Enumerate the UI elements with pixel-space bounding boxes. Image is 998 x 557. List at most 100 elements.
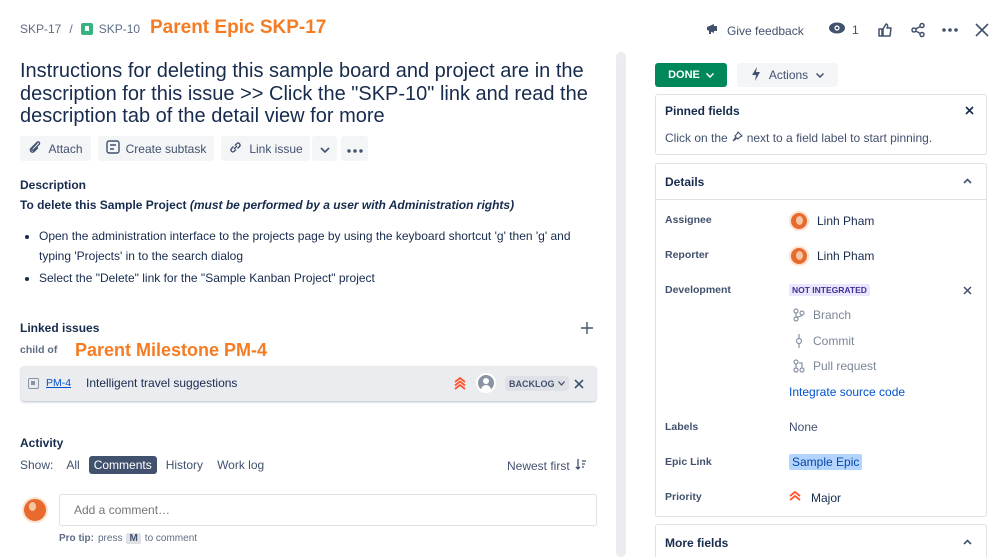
- priority-label: Priority: [665, 491, 702, 503]
- create-subtask-button[interactable]: Create subtask: [98, 136, 214, 161]
- dev-branch[interactable]: Branch: [793, 308, 851, 322]
- integrate-source-link[interactable]: Integrate source code: [789, 385, 905, 399]
- link-relation-label: child of: [20, 344, 58, 356]
- tab-all[interactable]: All: [61, 456, 84, 474]
- assignee-value[interactable]: Linh Pham: [789, 211, 874, 231]
- watch-button[interactable]: 1: [828, 21, 859, 38]
- description-bullets[interactable]: Open the administration interface to the…: [25, 227, 610, 289]
- details-header[interactable]: [656, 164, 986, 200]
- dev-commit-label: Commit: [813, 334, 855, 348]
- issue-title-line: description for this issue >> Click the …: [20, 82, 588, 105]
- breadcrumb-project[interactable]: SKP-17: [20, 22, 61, 36]
- epic-lozenge: Sample Epic: [789, 454, 863, 470]
- list-item: Open the administration interface to the…: [25, 227, 610, 247]
- tab-work-log[interactable]: Work log: [212, 456, 269, 474]
- breadcrumb-parent[interactable]: SKP-10: [99, 22, 140, 36]
- link-issue-dropdown[interactable]: [312, 136, 337, 161]
- link-issue-button[interactable]: Link issue: [221, 136, 310, 161]
- comment-input[interactable]: [59, 494, 597, 526]
- dev-pull-request[interactable]: Pull request: [793, 359, 876, 373]
- parent-milestone-annotation: Parent Milestone PM-4: [75, 340, 268, 360]
- close-icon[interactable]: [961, 284, 973, 296]
- reporter-value[interactable]: Linh Pham: [789, 246, 874, 266]
- more-icon: [346, 142, 363, 156]
- create-subtask-label: Create subtask: [125, 141, 207, 156]
- sort-label: Newest first: [507, 458, 570, 473]
- pinned-hint-post: next to a field label to start pinning.: [746, 131, 933, 145]
- milestone-icon: [28, 378, 39, 389]
- labels-value[interactable]: None: [789, 420, 818, 434]
- actions-button[interactable]: Actions: [737, 63, 838, 87]
- share-icon[interactable]: [909, 21, 927, 39]
- add-link-icon[interactable]: [579, 320, 595, 336]
- megaphone-icon: [705, 21, 721, 40]
- tab-history[interactable]: History: [161, 456, 208, 474]
- epic-link-label: Epic Link: [665, 456, 712, 468]
- description-intro-bold: To delete this Sample Project: [20, 198, 187, 212]
- link-issue-label: Link issue: [249, 141, 303, 156]
- list-item: typing 'Projects' in to the search dialo…: [39, 248, 244, 263]
- more-icon[interactable]: [941, 21, 959, 39]
- pull-request-icon: [793, 359, 805, 373]
- chevron-down-icon: [319, 142, 330, 156]
- status-button[interactable]: DONE: [655, 63, 727, 87]
- description-intro[interactable]: To delete this Sample Project (must be p…: [20, 198, 514, 212]
- link-icon: [228, 140, 243, 158]
- dev-commit[interactable]: Commit: [793, 334, 854, 348]
- story-icon: [80, 23, 93, 35]
- priority-value[interactable]: Major: [789, 490, 841, 505]
- linked-issue-summary[interactable]: Intelligent travel suggestions: [86, 376, 237, 390]
- sort-icon: [575, 458, 587, 473]
- chevron-down-icon: [816, 72, 825, 78]
- sort-button[interactable]: Newest first: [507, 458, 587, 473]
- issue-title-line: Instructions for deleting this sample bo…: [20, 60, 584, 82]
- pro-tip-bold: Pro tip:: [59, 533, 94, 544]
- eye-icon: [828, 21, 846, 38]
- tab-comments[interactable]: Comments: [88, 456, 157, 474]
- status-dropdown[interactable]: BACKLOG: [505, 376, 569, 391]
- actions-label: Actions: [768, 68, 809, 82]
- toolbar-more-button[interactable]: [341, 136, 368, 161]
- assignee-name: Linh Pham: [817, 214, 875, 228]
- chevron-up-icon[interactable]: [961, 537, 973, 547]
- avatar: [789, 246, 809, 266]
- attach-button[interactable]: Attach: [20, 136, 91, 161]
- more-fields-title: More fields: [665, 536, 729, 550]
- chevron-down-icon: [705, 72, 714, 78]
- chevron-down-icon: [557, 381, 565, 386]
- paperclip-icon: [28, 140, 42, 157]
- pin-icon: [732, 131, 743, 145]
- pro-tip-text: press: [98, 533, 123, 544]
- linked-issue-row[interactable]: PM-4 Intelligent travel suggestions BACK…: [21, 366, 596, 401]
- current-user-avatar: [22, 497, 48, 523]
- linked-issues-heading: Linked issues: [20, 321, 100, 335]
- give-feedback-label: Give feedback: [727, 23, 804, 38]
- linked-issue-key[interactable]: PM-4: [46, 377, 71, 389]
- dev-branch-label: Branch: [813, 308, 852, 322]
- issue-title[interactable]: Instructions for deleting this sample bo…: [20, 60, 610, 128]
- pinned-fields-title: Pinned fields: [665, 104, 740, 118]
- subtask-icon: [105, 140, 120, 157]
- show-label: Show:: [20, 458, 54, 472]
- chevron-up-icon[interactable]: [961, 176, 973, 186]
- watchers-count: 1: [852, 22, 859, 37]
- pinned-hint: Click on the next to a field label to st…: [665, 131, 932, 145]
- description-heading: Description: [20, 178, 87, 192]
- parent-epic-annotation: Parent Epic SKP-17: [150, 17, 327, 38]
- activity-filter: Show: All Comments History Work log: [20, 456, 269, 474]
- close-icon[interactable]: [973, 21, 991, 39]
- activity-heading: Activity: [20, 436, 64, 450]
- branch-icon: [793, 308, 805, 322]
- status-button-label: DONE: [668, 69, 700, 81]
- pinned-hint-pre: Click on the: [665, 131, 728, 145]
- close-icon[interactable]: [963, 104, 975, 116]
- give-feedback-button[interactable]: Give feedback: [705, 21, 804, 40]
- epic-link-value[interactable]: Sample Epic: [789, 454, 863, 470]
- panel-scrollbar[interactable]: [616, 52, 626, 557]
- like-icon[interactable]: [876, 21, 894, 39]
- pro-tip-key: M: [126, 533, 141, 544]
- unlink-close-icon[interactable]: [574, 378, 584, 392]
- list-item: Select the "Delete" link for the "Sample…: [25, 269, 610, 289]
- labels-label: Labels: [665, 421, 699, 433]
- status-label: BACKLOG: [509, 378, 555, 389]
